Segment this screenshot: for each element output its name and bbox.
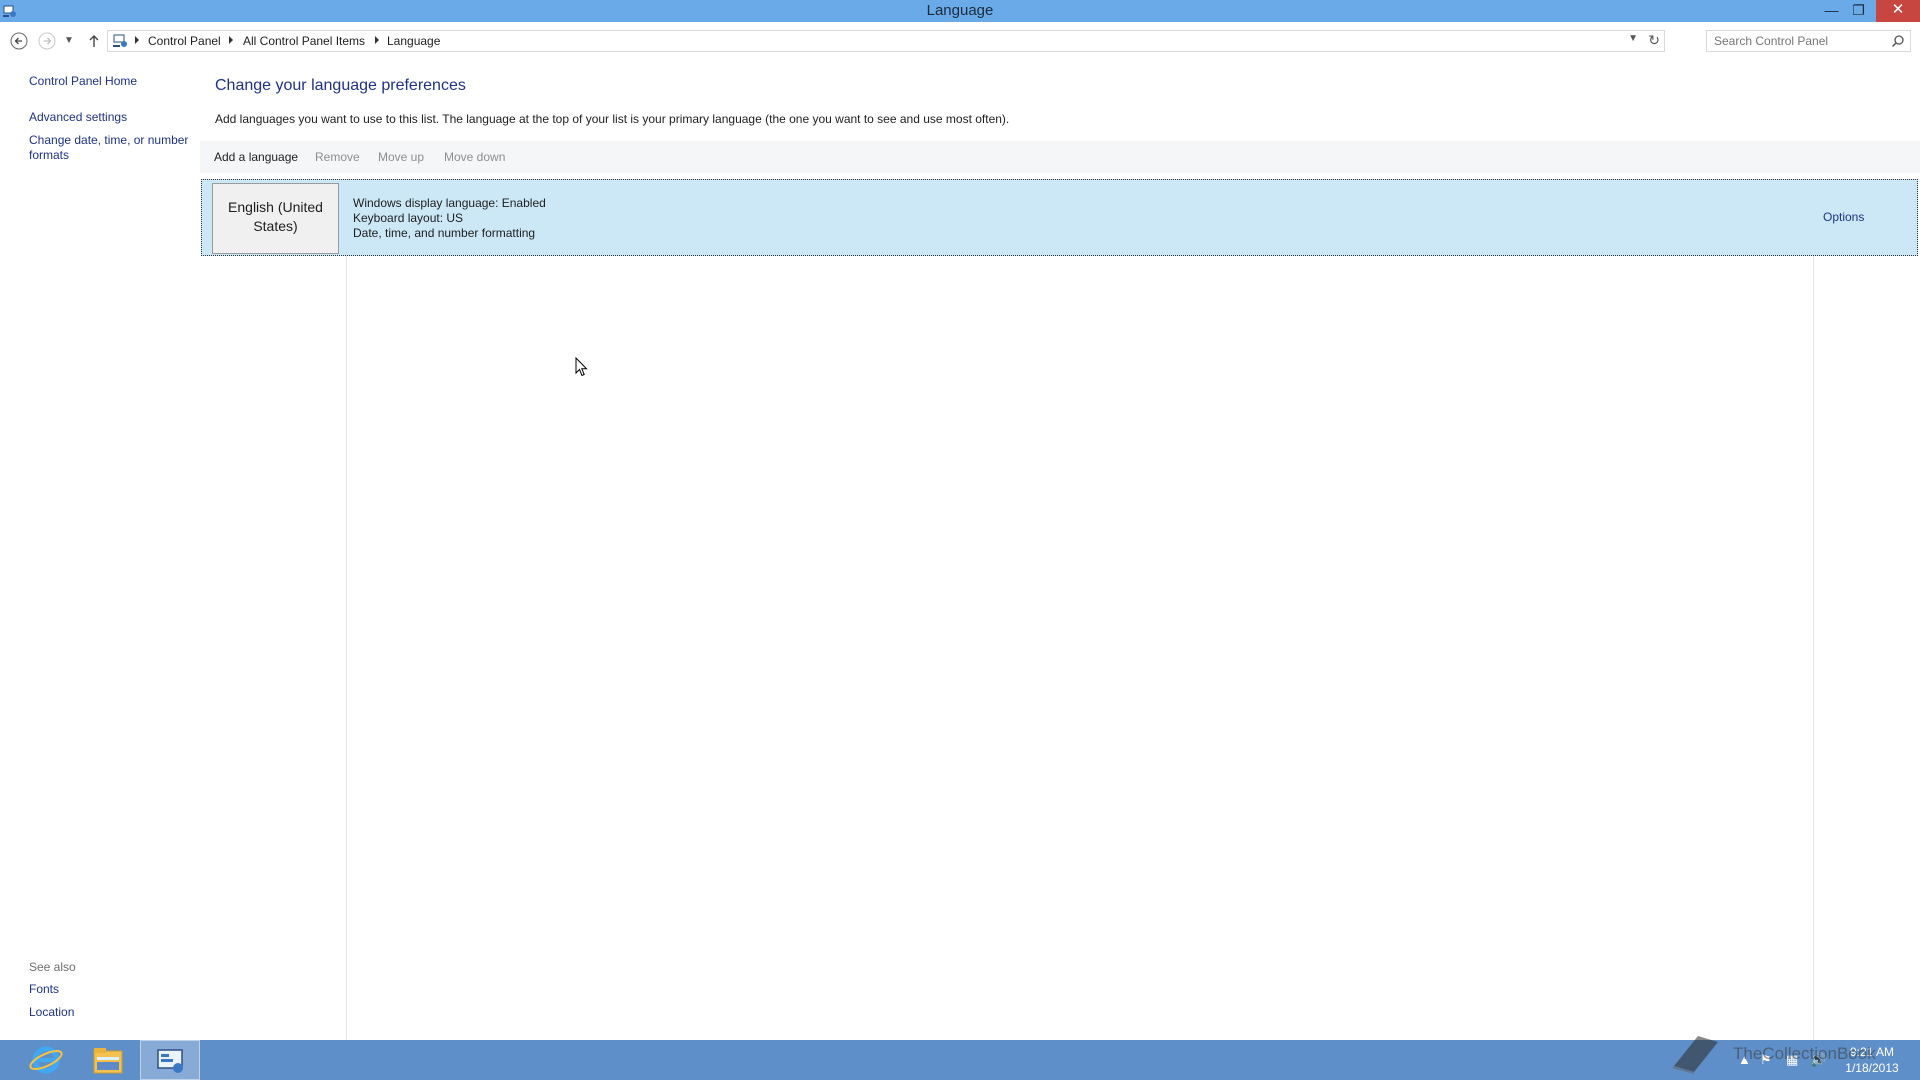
language-details: Windows display language: Enabled Keyboa…	[353, 196, 546, 241]
language-toolbar: Add a language Remove Move up Move down	[200, 141, 1920, 173]
watermark-text: TheCollectionBook	[1733, 1044, 1876, 1063]
taskbar-control-panel[interactable]	[140, 1040, 200, 1080]
language-name-continued: States)	[253, 218, 298, 234]
restore-button[interactable]: ❐	[1845, 0, 1872, 22]
navigation-bar: ▼ Control Panel All Control Panel Items …	[0, 22, 1920, 60]
breadcrumb-separator-icon[interactable]	[375, 36, 379, 44]
recent-locations-dropdown[interactable]: ▼	[62, 30, 76, 52]
restore-icon: ❐	[1852, 2, 1865, 18]
refresh-icon[interactable]: ↻	[1648, 32, 1660, 49]
search-box[interactable]	[1706, 30, 1911, 52]
language-tile[interactable]: English (United States)	[212, 183, 339, 254]
list-divider	[346, 256, 347, 1040]
options-link[interactable]: Options	[1823, 210, 1864, 224]
breadcrumb-language[interactable]: Language	[387, 34, 440, 48]
display-language-status: Windows display language: Enabled	[353, 196, 546, 210]
address-dropdown-icon[interactable]: ▼	[1628, 33, 1638, 44]
breadcrumb-all-items[interactable]: All Control Panel Items	[243, 34, 365, 48]
page-title: Change your language preferences	[215, 77, 466, 94]
formatting-info: Date, time, and number formatting	[353, 226, 536, 240]
mouse-cursor-icon	[575, 357, 588, 377]
change-date-time-link-continued[interactable]: formats	[29, 148, 69, 162]
control-panel-icon	[157, 1049, 183, 1073]
language-name: English (United	[228, 199, 323, 215]
up-arrow-icon	[89, 35, 99, 47]
add-language-button[interactable]: Add a language	[214, 150, 298, 164]
see-also-heading: See also	[29, 960, 76, 974]
control-panel-icon	[113, 34, 127, 47]
list-divider	[1813, 256, 1814, 1040]
breadcrumb-separator-icon[interactable]	[229, 36, 233, 44]
back-button[interactable]	[8, 30, 30, 52]
move-up-button[interactable]: Move up	[378, 150, 424, 164]
chevron-down-icon: ▼	[64, 35, 74, 46]
control-panel-home-link[interactable]: Control Panel Home	[29, 74, 137, 88]
minimize-icon: —	[1824, 2, 1839, 18]
change-date-time-link[interactable]: Change date, time, or number	[29, 133, 188, 147]
breadcrumb-separator-icon[interactable]	[135, 36, 139, 44]
remove-button[interactable]: Remove	[315, 150, 360, 164]
advanced-settings-link[interactable]: Advanced settings	[29, 110, 127, 124]
taskbar: ▲ ⚑ ▦ 🔊 9:21 AM 1/18/2013	[0, 1040, 1920, 1080]
close-button[interactable]: ✕	[1876, 0, 1920, 22]
fonts-link[interactable]: Fonts	[29, 982, 59, 996]
taskbar-file-explorer[interactable]	[78, 1040, 138, 1080]
file-explorer-icon	[93, 1048, 123, 1074]
up-button[interactable]	[83, 30, 105, 52]
move-down-button[interactable]: Move down	[444, 150, 505, 164]
taskbar-internet-explorer[interactable]	[16, 1040, 76, 1080]
address-bar[interactable]: Control Panel All Control Panel Items La…	[107, 30, 1665, 52]
internet-explorer-icon	[29, 1046, 63, 1074]
search-icon[interactable]	[1891, 34, 1905, 48]
keyboard-layout: Keyboard layout: US	[353, 211, 464, 225]
left-navigation-pane: Control Panel Home Advanced settings Cha…	[0, 60, 200, 1040]
close-icon: ✕	[1891, 1, 1905, 18]
window-title: Language	[926, 2, 994, 19]
minimize-button[interactable]: —	[1818, 0, 1845, 22]
watermark-book-logo	[1672, 1036, 1718, 1074]
title-bar: Language — ❐ ✕	[0, 0, 1920, 22]
language-list-item[interactable]: English (United States) Windows display …	[201, 179, 1918, 256]
back-arrow-icon	[10, 32, 28, 50]
page-description: Add languages you want to use to this li…	[215, 112, 1010, 126]
location-link[interactable]: Location	[29, 1005, 74, 1019]
forward-arrow-icon	[38, 32, 56, 50]
forward-button[interactable]	[36, 30, 58, 52]
breadcrumb-control-panel[interactable]: Control Panel	[148, 34, 221, 48]
search-input[interactable]	[1707, 31, 1891, 51]
